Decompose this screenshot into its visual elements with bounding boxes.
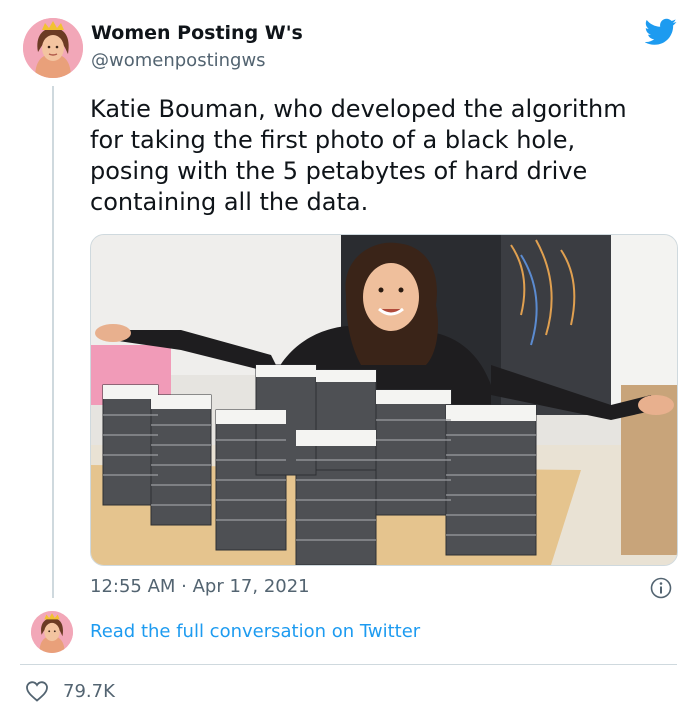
divider: [20, 664, 677, 665]
author-display-name[interactable]: Women Posting W's: [91, 22, 303, 44]
tweet-photo[interactable]: [90, 234, 678, 566]
twitter-bird-icon[interactable]: [644, 18, 677, 46]
like-count: 79.7K: [63, 680, 115, 702]
author-handle[interactable]: @womenpostingws: [91, 50, 266, 71]
author-avatar[interactable]: [23, 18, 83, 78]
reply-avatar[interactable]: [31, 611, 73, 653]
tweet-timestamp[interactable]: 12:55 AM · Apr 17, 2021: [90, 576, 310, 597]
heart-icon: [26, 681, 48, 702]
thread-line: [52, 86, 54, 598]
tweet-text: Katie Bouman, who developed the algorith…: [90, 95, 627, 216]
like-button[interactable]: 79.7K: [25, 678, 115, 704]
read-conversation-link[interactable]: Read the full conversation on Twitter: [90, 621, 420, 642]
info-icon[interactable]: [650, 577, 672, 599]
tweet-card: Women Posting W's @womenpostingws Katie …: [0, 0, 700, 717]
